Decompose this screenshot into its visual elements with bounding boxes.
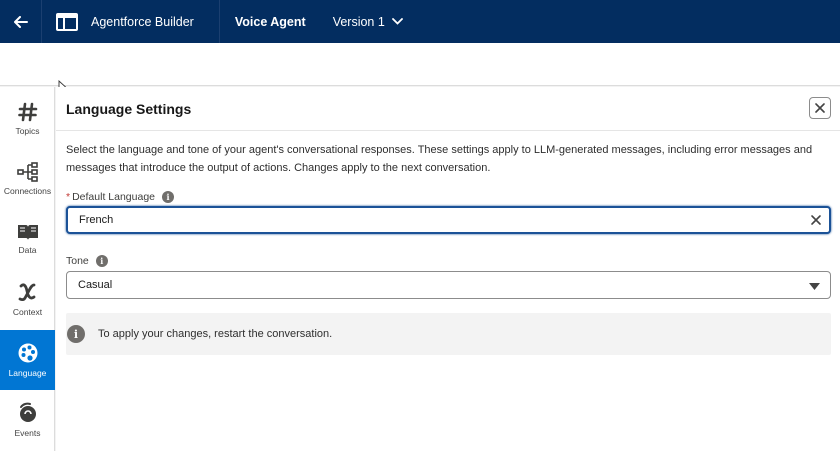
- restart-notice: i To apply your changes, restart the con…: [66, 313, 831, 355]
- rail-item-language[interactable]: Language: [0, 330, 55, 390]
- variable-x-icon: [18, 283, 35, 302]
- panel-description: Select the language and tone of your age…: [66, 144, 813, 174]
- language-settings-panel: Language Settings Select the language an…: [56, 87, 840, 451]
- rail-item-context[interactable]: Context: [0, 269, 55, 329]
- arrow-left-icon: [13, 15, 28, 28]
- info-icon[interactable]: i: [162, 191, 174, 203]
- app-layout-icon: [56, 12, 78, 31]
- panel-title: Language Settings: [66, 101, 192, 117]
- connections-icon: [16, 162, 38, 182]
- default-language-input[interactable]: French: [66, 206, 831, 234]
- panel-header: Language Settings: [56, 87, 840, 131]
- back-button[interactable]: [0, 0, 42, 43]
- version-label: Version 1: [332, 14, 385, 29]
- tone-label-text: Tone: [66, 255, 89, 267]
- app-name: Agentforce Builder: [91, 14, 194, 29]
- rail-item-data[interactable]: Data: [0, 209, 55, 269]
- chevron-down-icon: [391, 18, 403, 25]
- left-navigation-rail: Topics Connections Data Context Language…: [0, 87, 55, 451]
- rail-item-topics[interactable]: Topics: [0, 89, 55, 149]
- agent-name: Voice Agent: [234, 14, 306, 29]
- rail-label-data: Data: [18, 245, 37, 255]
- rail-label-events: Events: [14, 428, 41, 438]
- book-icon: [17, 225, 38, 240]
- rail-label-context: Context: [12, 307, 43, 317]
- default-language-label: * Default Language i: [66, 191, 174, 203]
- default-language-value: French: [79, 214, 114, 226]
- rail-item-events[interactable]: Events: [0, 390, 55, 450]
- version-dropdown[interactable]: Version 1: [333, 15, 403, 29]
- top-navigation-bar: Agentforce Builder Voice Agent Version 1: [0, 0, 840, 43]
- close-panel-button[interactable]: [809, 97, 831, 119]
- tone-select[interactable]: Casual: [66, 271, 831, 299]
- rail-label-language: Language: [8, 368, 47, 378]
- rail-label-topics: Topics: [15, 126, 40, 136]
- info-circle-icon: i: [67, 325, 85, 343]
- tone-value: Casual: [78, 279, 113, 291]
- notice-text: To apply your changes, restart the conve…: [98, 328, 333, 340]
- palette-icon: [18, 343, 37, 363]
- close-icon: [815, 103, 825, 113]
- events-icon: [19, 402, 36, 422]
- topbar-divider: [218, 0, 220, 43]
- secondary-toolbar: [0, 43, 840, 86]
- clear-icon[interactable]: [810, 214, 822, 226]
- tone-label: Tone i: [66, 255, 108, 267]
- caret-down-icon: [809, 283, 820, 290]
- rail-item-connections[interactable]: Connections: [0, 149, 55, 209]
- required-indicator: *: [66, 191, 71, 203]
- rail-label-connections: Connections: [3, 186, 52, 196]
- info-icon[interactable]: i: [95, 255, 108, 267]
- hash-icon: [17, 102, 37, 122]
- default-language-label-text: Default Language: [72, 191, 155, 203]
